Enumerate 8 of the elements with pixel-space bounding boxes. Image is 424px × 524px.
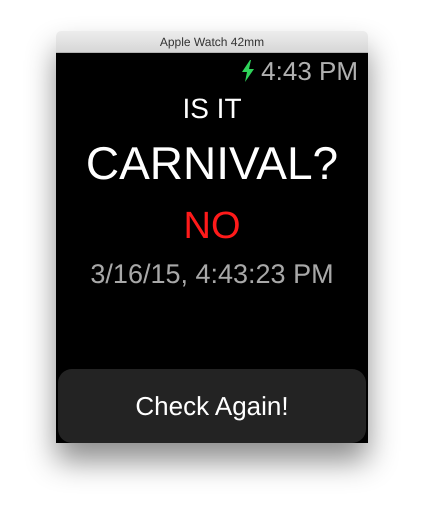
timestamp: 3/16/15, 4:43:23 PM: [90, 258, 334, 290]
window-title: Apple Watch 42mm: [160, 34, 264, 50]
check-again-button[interactable]: Check Again!: [58, 369, 366, 443]
question-text: CARNIVAL?: [86, 136, 338, 190]
status-time: 4:43 PM: [261, 56, 358, 86]
answer-text: NO: [184, 204, 240, 248]
question-text: IS IT: [182, 92, 242, 126]
lightning-icon: [241, 60, 256, 82]
